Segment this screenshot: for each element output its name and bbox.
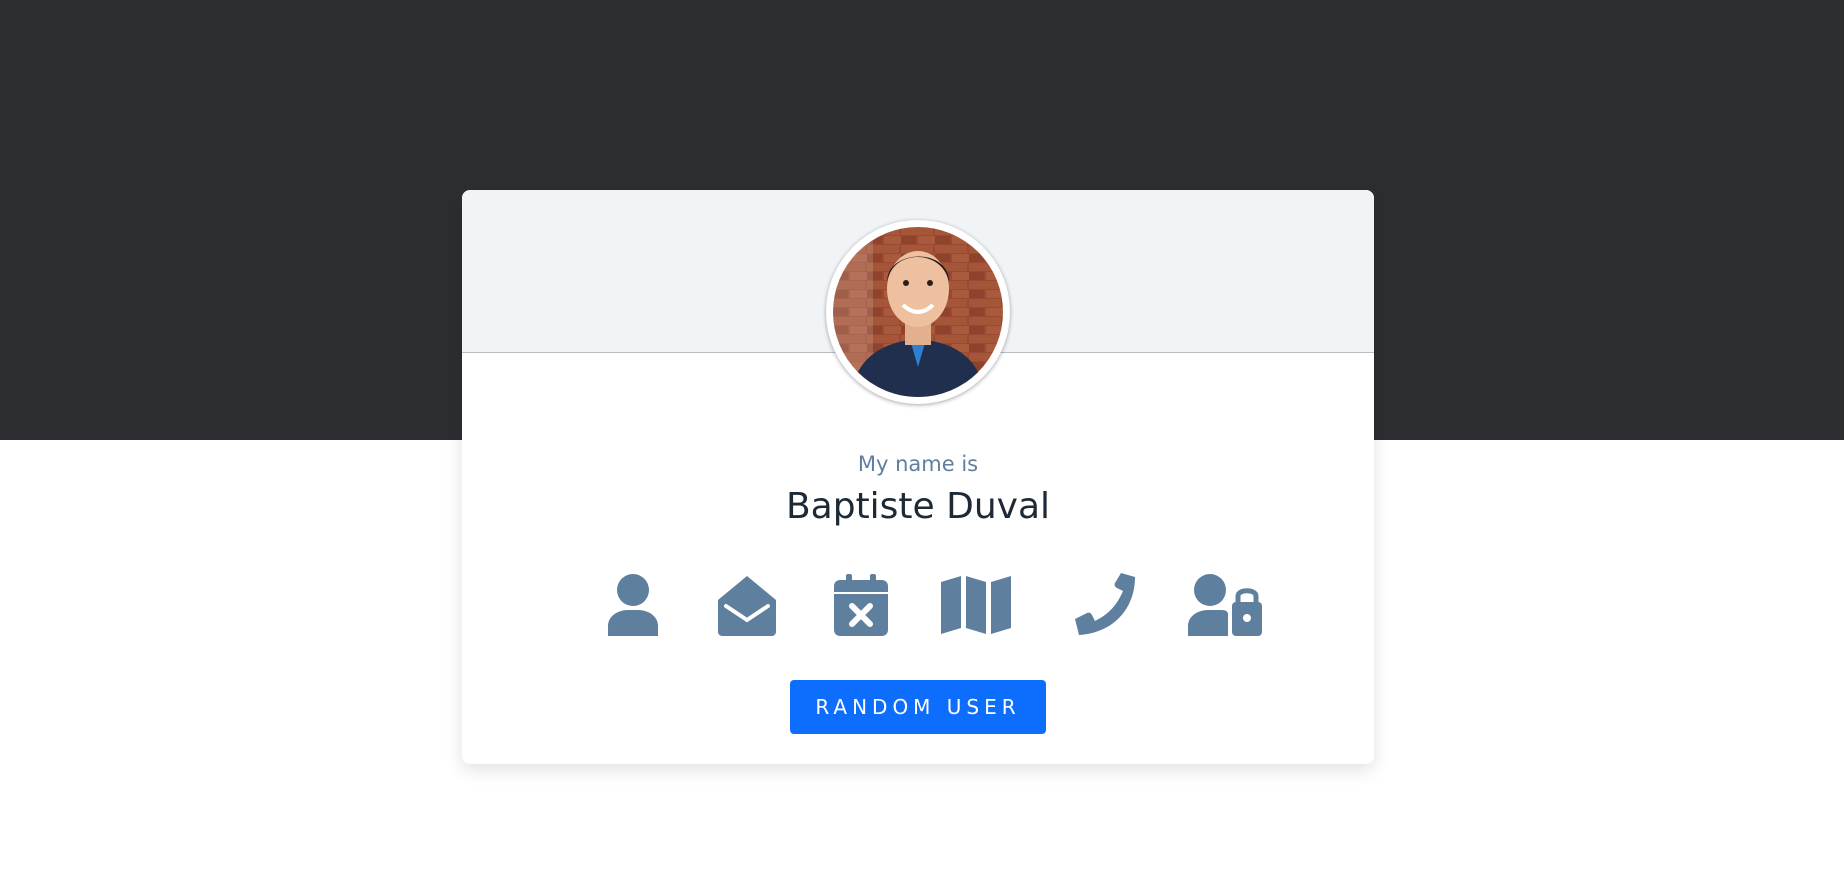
- user-icon[interactable]: [605, 570, 661, 640]
- user-name: Baptiste Duval: [785, 486, 1051, 527]
- map-icon[interactable]: [940, 570, 1012, 640]
- info-icon-bar: [462, 570, 1374, 640]
- calendar-x-icon[interactable]: [832, 570, 890, 640]
- random-user-button[interactable]: RANDOM USER: [790, 680, 1046, 734]
- user-card: My name is Baptiste Duval RANDOM USER: [462, 190, 1374, 764]
- envelope-open-icon[interactable]: [715, 570, 779, 640]
- user-lock-icon[interactable]: [1187, 570, 1267, 640]
- name-intro-label: My name is: [857, 452, 979, 476]
- avatar: [826, 220, 1010, 404]
- avatar-photo: [833, 227, 1003, 397]
- phone-icon[interactable]: [1072, 570, 1138, 640]
